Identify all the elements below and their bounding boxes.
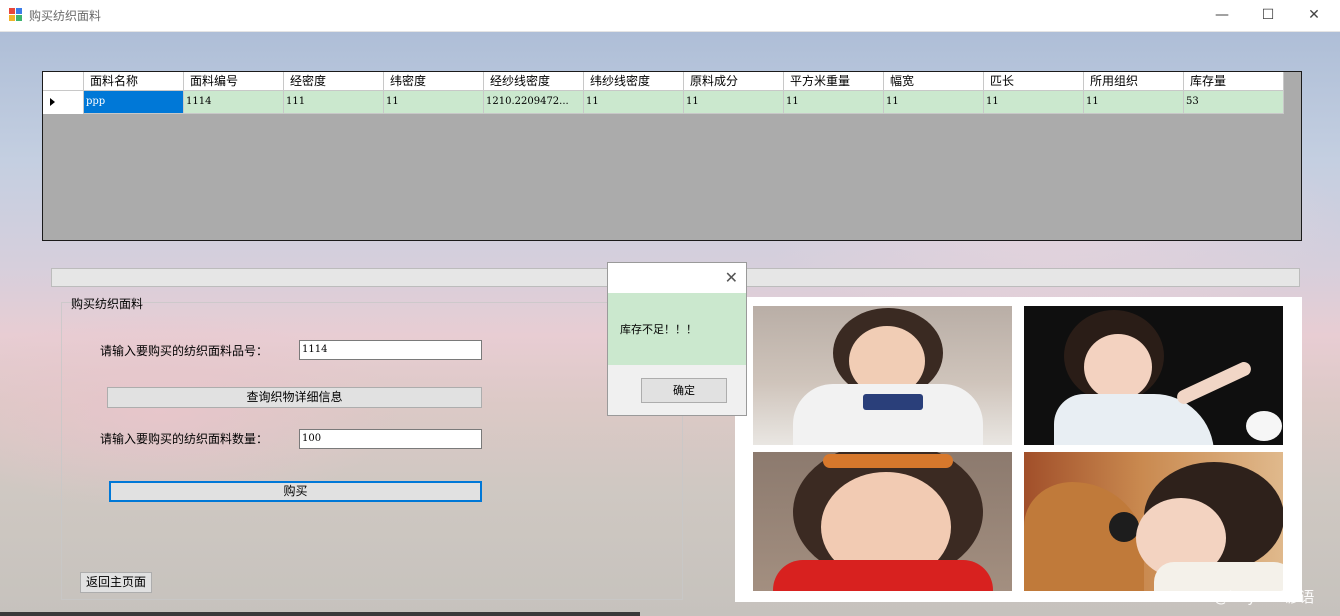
column-header[interactable]: 经纱线密度 [484, 72, 584, 91]
photo-panel [735, 297, 1302, 602]
column-header[interactable]: 纬密度 [384, 72, 484, 91]
code-label: 请输入要购买的纺织面料品号： [100, 344, 269, 358]
table-cell[interactable]: 1210.2209472... [484, 91, 584, 114]
title-bar: 购买纺织面料 — ☐ ✕ [0, 0, 1340, 32]
child-photo-1 [753, 306, 1012, 445]
app-window: 购买纺织面料 — ☐ ✕ 面料名称 面料编号 经密度 纬密度 经纱线密度 纬纱线… [0, 0, 1340, 616]
maximize-icon[interactable]: ☐ [1245, 0, 1291, 31]
table-row[interactable]: ppp 1114 111 11 1210.2209472... 11 11 11… [43, 91, 1284, 114]
table-cell[interactable]: 11 [1084, 91, 1184, 114]
minimize-icon[interactable]: — [1199, 0, 1245, 31]
child-photo-2 [1024, 306, 1283, 445]
table-cell[interactable]: 11 [584, 91, 684, 114]
code-input[interactable]: 1114 [299, 340, 482, 360]
column-header[interactable]: 平方米重量 [784, 72, 884, 91]
close-icon[interactable]: ✕ [1291, 0, 1337, 31]
watermark: CSDN @beyond谚语 [1166, 588, 1315, 606]
table-cell[interactable]: 111 [284, 91, 384, 114]
table-cell[interactable]: 11 [384, 91, 484, 114]
window-bottom-edge [0, 612, 640, 616]
row-selector[interactable] [43, 91, 84, 114]
column-header[interactable]: 幅宽 [884, 72, 984, 91]
grid-corner [43, 72, 84, 91]
dialog-message: 库存不足！！！ [620, 323, 697, 336]
column-header[interactable]: 面料编号 [184, 72, 284, 91]
client-area: 面料名称 面料编号 经密度 纬密度 经纱线密度 纬纱线密度 原料成分 平方米重量… [0, 32, 1340, 616]
buy-button[interactable]: 购买 [109, 481, 482, 502]
table-cell[interactable]: 11 [984, 91, 1084, 114]
column-header[interactable]: 匹长 [984, 72, 1084, 91]
app-icon [9, 8, 23, 22]
dialog-body: 库存不足！！！ [608, 293, 746, 365]
grid-header: 面料名称 面料编号 经密度 纬密度 经纱线密度 纬纱线密度 原料成分 平方米重量… [43, 72, 1284, 91]
table-cell[interactable]: 11 [684, 91, 784, 114]
quantity-label: 请输入要购买的纺织面料数量： [100, 432, 269, 446]
table-cell[interactable]: 1114 [184, 91, 284, 114]
child-photo-4 [1024, 452, 1283, 591]
fabric-data-grid[interactable]: 面料名称 面料编号 经密度 纬密度 经纱线密度 纬纱线密度 原料成分 平方米重量… [42, 71, 1302, 241]
ok-button[interactable]: 确定 [641, 378, 727, 403]
back-home-button[interactable]: 返回主页面 [80, 572, 152, 593]
row-pointer-icon [50, 98, 55, 106]
close-icon[interactable]: ✕ [725, 268, 738, 287]
column-header[interactable]: 面料名称 [84, 72, 184, 91]
column-header[interactable]: 所用组织 [1084, 72, 1184, 91]
column-header[interactable]: 原料成分 [684, 72, 784, 91]
column-header[interactable]: 库存量 [1184, 72, 1284, 91]
table-cell[interactable]: 53 [1184, 91, 1284, 114]
table-cell[interactable]: ppp [84, 91, 184, 114]
window-title: 购买纺织面料 [29, 9, 102, 23]
query-details-button[interactable]: 查询织物详细信息 [107, 387, 482, 408]
table-cell[interactable]: 11 [884, 91, 984, 114]
table-cell[interactable]: 11 [784, 91, 884, 114]
column-header[interactable]: 经密度 [284, 72, 384, 91]
column-header[interactable]: 纬纱线密度 [584, 72, 684, 91]
dialog-header: ✕ [608, 263, 746, 293]
child-photo-3 [753, 452, 1012, 591]
group-title: 购买纺织面料 [71, 297, 144, 311]
quantity-input[interactable]: 100 [299, 429, 482, 449]
message-dialog[interactable]: ✕ 库存不足！！！ 确定 [607, 262, 747, 416]
